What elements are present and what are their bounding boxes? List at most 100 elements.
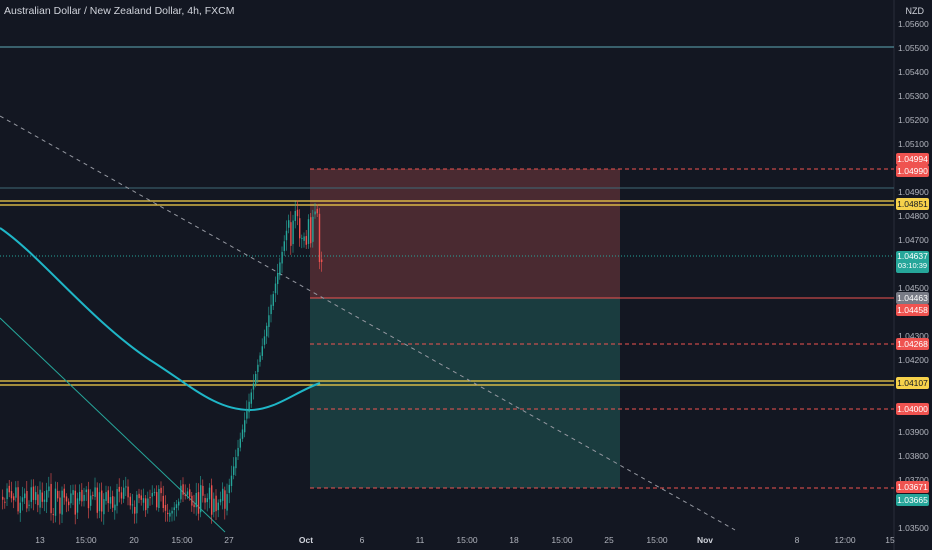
- candle-body: [8, 485, 10, 493]
- candle-body: [301, 237, 303, 239]
- candle-body: [83, 494, 85, 501]
- candle-body: [101, 490, 103, 512]
- candle-body: [46, 490, 48, 503]
- candle-body: [63, 488, 65, 498]
- candle-body: [252, 383, 255, 390]
- time-tick: Oct: [298, 535, 314, 545]
- candle-body: [314, 211, 316, 215]
- candle-body: [191, 495, 193, 506]
- candle-body: [180, 485, 182, 500]
- tp-final-price-tag[interactable]: 1.03671: [896, 481, 929, 493]
- candle-body: [129, 496, 131, 506]
- chart-canvas[interactable]: [0, 0, 932, 550]
- candle-body: [316, 208, 318, 214]
- hline-price-tag[interactable]: 1.04990: [896, 165, 929, 177]
- candle-body: [244, 420, 246, 433]
- candle-body: [61, 490, 63, 515]
- candle-body: [37, 494, 39, 506]
- candle-body: [235, 457, 237, 469]
- candle-body: [59, 497, 61, 514]
- candle-body: [120, 492, 123, 499]
- candle-body: [277, 273, 279, 285]
- candle-body: [32, 486, 35, 500]
- time-tick: 15:00: [75, 535, 97, 545]
- time-tick: 15:00: [171, 535, 193, 545]
- candle-body: [156, 492, 158, 508]
- candle-body: [116, 489, 118, 506]
- candle-body: [202, 485, 204, 496]
- time-tick: 8: [794, 535, 800, 545]
- candle-body: [138, 493, 140, 499]
- candle-body: [294, 210, 296, 221]
- candle-body: [259, 355, 261, 362]
- candle-body: [39, 489, 41, 508]
- candle-body: [107, 490, 109, 504]
- candle-body: [134, 506, 136, 514]
- stop-price-tag[interactable]: 1.04994: [896, 153, 929, 165]
- candle-body: [57, 490, 59, 499]
- candle-body: [105, 492, 107, 501]
- candle-body: [283, 241, 285, 251]
- candle-body: [200, 485, 202, 513]
- candle-body: [217, 502, 219, 511]
- candle-body: [149, 496, 151, 499]
- current-price-tag[interactable]: 1.04637 03:10:39: [896, 251, 929, 273]
- candle-body: [19, 502, 21, 513]
- low-price-tag[interactable]: 1.03665: [896, 494, 929, 506]
- candle-body: [182, 484, 184, 495]
- candle-body: [131, 504, 134, 506]
- price-tick: 1.03500: [898, 523, 929, 533]
- candle-body: [72, 490, 74, 495]
- candle-body: [6, 488, 8, 500]
- candle-body: [175, 504, 178, 508]
- candle-body: [230, 475, 233, 487]
- candle-body: [312, 216, 314, 242]
- tp1-price-tag[interactable]: 1.04268: [896, 338, 929, 350]
- price-tick: 1.03900: [898, 427, 929, 437]
- candle-body: [10, 491, 13, 499]
- candle-body: [160, 487, 162, 494]
- price-tick: 1.05300: [898, 91, 929, 101]
- candle-body: [158, 488, 160, 509]
- yellow-upper-price-tag[interactable]: 1.04851: [896, 198, 929, 210]
- candle-body: [85, 489, 87, 493]
- candle-body: [285, 230, 288, 241]
- candle-body: [279, 262, 281, 276]
- reward-zone[interactable]: [310, 298, 620, 488]
- candle-body: [266, 325, 268, 337]
- candle-body: [195, 493, 197, 508]
- candle-body: [118, 486, 120, 492]
- candle-body: [54, 488, 57, 516]
- candle-body: [270, 304, 272, 315]
- candle-body: [96, 487, 98, 513]
- candle-body: [74, 490, 76, 515]
- candle-body: [79, 491, 81, 501]
- price-tick: 1.05400: [898, 67, 929, 77]
- gray-price-tag[interactable]: 1.04463: [896, 292, 929, 304]
- candle-body: [224, 490, 226, 509]
- candle-body: [103, 499, 105, 515]
- candle-body: [226, 494, 228, 511]
- candle-body: [272, 294, 274, 306]
- candle-body: [4, 501, 6, 503]
- candle-body: [41, 492, 43, 502]
- entry-price-tag[interactable]: 1.04458: [896, 304, 929, 316]
- candle-body: [263, 336, 266, 345]
- candle-body: [206, 498, 208, 503]
- candle-body: [140, 495, 142, 500]
- level-104-price-tag[interactable]: 1.04000: [896, 403, 929, 415]
- candle-body: [81, 489, 83, 502]
- candle-body: [299, 218, 301, 239]
- chart-title: Australian Dollar / New Zealand Dollar, …: [4, 5, 235, 17]
- currency-label: NZD: [905, 6, 925, 16]
- candle-body: [239, 438, 241, 448]
- price-tick: 1.05600: [898, 19, 929, 29]
- candle-body: [186, 491, 189, 495]
- time-tick: 11: [415, 535, 425, 545]
- candle-body: [219, 499, 222, 503]
- price-tick: 1.04800: [898, 211, 929, 221]
- price-tick: 1.05200: [898, 115, 929, 125]
- candle-body: [255, 374, 257, 385]
- candle-body: [125, 486, 127, 488]
- yellow-lower-price-tag[interactable]: 1.04107: [896, 377, 929, 389]
